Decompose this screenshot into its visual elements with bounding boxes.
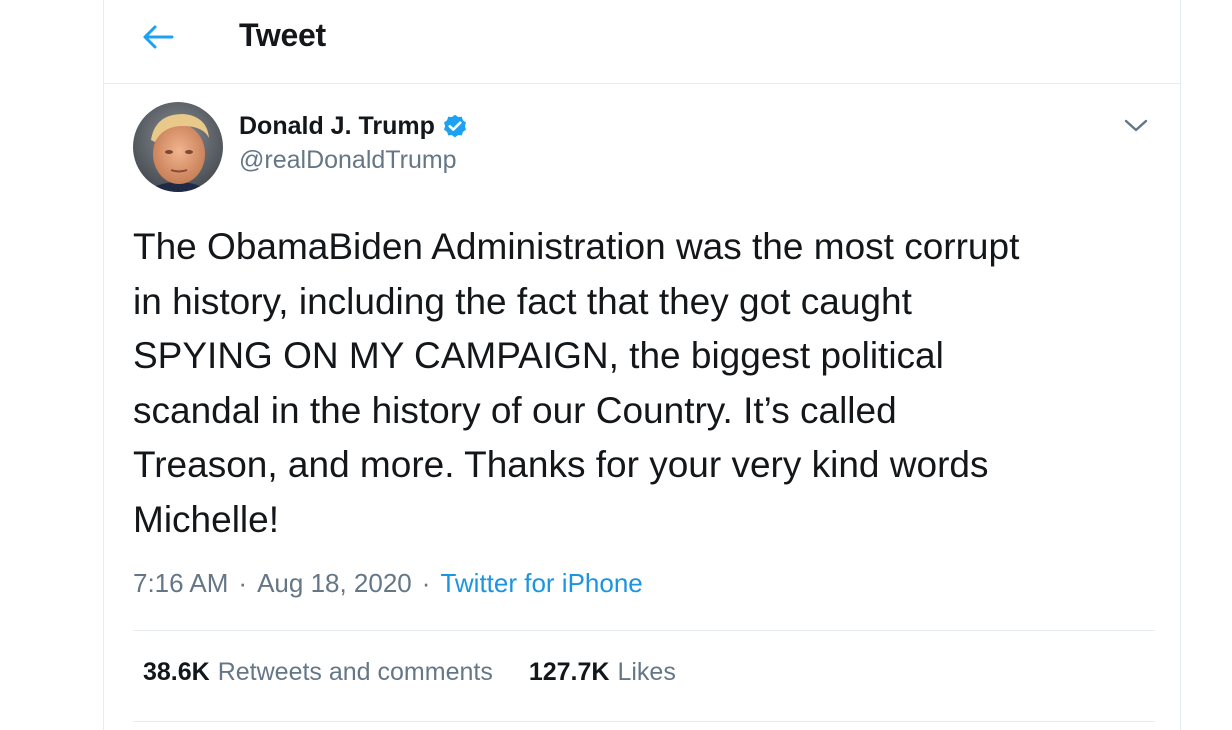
likes-count: 127.7K (528, 658, 610, 686)
verified-badge-icon (441, 113, 469, 141)
tweet-stats: 38.6K Retweets and comments 127.7K Likes (143, 658, 676, 687)
tweet-meta: 7:16 AM · Aug 18, 2020 · Twitter for iPh… (133, 568, 643, 599)
author-display-name: Donald J. Trump (239, 112, 435, 140)
tweet-date[interactable]: Aug 18, 2020 (257, 568, 412, 599)
likes-stat[interactable]: 127.7K Likes (529, 658, 676, 687)
retweets-stat[interactable]: 38.6K Retweets and comments (143, 658, 493, 687)
retweets-count: 38.6K (143, 658, 210, 686)
avatar[interactable] (133, 102, 223, 192)
tweet-source-link[interactable]: Twitter for iPhone (440, 568, 642, 599)
meta-separator: · (238, 568, 248, 598)
back-button[interactable] (132, 14, 184, 60)
page-title: Tweet (239, 17, 326, 53)
arrow-left-icon (143, 25, 174, 49)
likes-label: Likes (617, 658, 676, 686)
meta-separator: · (421, 568, 431, 598)
page-header: Tweet (104, 0, 1180, 84)
chevron-down-icon (1124, 119, 1148, 132)
author-name-row[interactable]: Donald J. Trump (239, 112, 469, 141)
divider (133, 721, 1155, 722)
retweets-label: Retweets and comments (217, 658, 493, 686)
more-options-button[interactable] (1118, 108, 1154, 144)
tweet-time[interactable]: 7:16 AM (133, 568, 228, 599)
tweet-detail-column: Tweet Donald J. Trump @realDonaldTrump T… (103, 0, 1181, 730)
tweet-text: The ObamaBiden Administration was the mo… (133, 226, 1020, 540)
divider (133, 630, 1155, 631)
author-handle[interactable]: @realDonaldTrump (239, 146, 457, 175)
